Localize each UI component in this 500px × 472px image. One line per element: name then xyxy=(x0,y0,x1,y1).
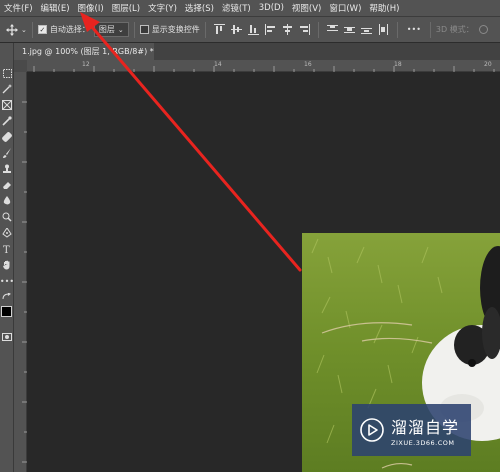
ruler-tick-label: 12 xyxy=(82,61,90,68)
menu-file[interactable]: 文件(F) xyxy=(0,2,37,14)
vertical-ruler xyxy=(14,72,27,472)
hand-tool-icon[interactable] xyxy=(1,259,13,271)
align-vertical-center-icon[interactable] xyxy=(230,24,243,36)
ruler-tick-label: 16 xyxy=(304,61,312,68)
clone-stamp-tool-icon[interactable] xyxy=(1,163,13,175)
divider xyxy=(204,21,206,38)
more-tools-icon[interactable]: ••• xyxy=(0,275,14,287)
align-horizontal-center-icon[interactable] xyxy=(281,24,294,36)
auto-select-checkbox[interactable]: ✓ xyxy=(37,25,47,34)
tools-panel: T ••• xyxy=(0,43,14,472)
divider xyxy=(133,21,135,38)
menu-select[interactable]: 选择(S) xyxy=(181,2,218,14)
watermark-text: 溜溜自学 ZIXUE.3D66.COM xyxy=(391,414,459,447)
menu-image[interactable]: 图像(I) xyxy=(74,2,108,14)
marquee-tool-icon[interactable] xyxy=(1,67,13,79)
tool-preset-chevron-icon[interactable]: ⌄ xyxy=(21,26,27,34)
eyedropper-tool-icon[interactable] xyxy=(1,115,13,127)
auto-select-label: 自动选择： xyxy=(49,25,90,34)
distribute-bottom-icon[interactable] xyxy=(360,24,373,36)
menu-3d[interactable]: 3D(D) xyxy=(255,3,288,13)
watermark-badge: 溜溜自学 ZIXUE.3D66.COM xyxy=(352,404,471,456)
healing-brush-tool-icon[interactable] xyxy=(1,131,13,143)
photoshop-window: 文件(F) 编辑(E) 图像(I) 图层(L) 文字(Y) 选择(S) 滤镜(T… xyxy=(0,0,500,472)
auto-select-target-dropdown[interactable]: 图层 ⌄ xyxy=(93,22,129,37)
align-top-icon[interactable] xyxy=(213,24,226,36)
ruler-origin[interactable] xyxy=(14,60,27,72)
ruler-tick-label: 14 xyxy=(214,61,222,68)
menu-window[interactable]: 窗口(W) xyxy=(325,2,365,14)
show-transform-checkbox[interactable] xyxy=(139,25,149,34)
divider xyxy=(396,21,398,38)
menu-view[interactable]: 视图(V) xyxy=(288,2,325,14)
distribute-horizontal-icon[interactable] xyxy=(377,24,390,36)
distribute-center-icon[interactable] xyxy=(343,24,356,36)
mode-3d-label: 3D 模式： xyxy=(435,25,474,34)
watermark-title: 溜溜自学 xyxy=(391,417,460,437)
divider xyxy=(31,21,33,38)
type-tool-icon[interactable]: T xyxy=(1,243,13,255)
ruler-tick-label: 20 xyxy=(484,61,492,68)
divider xyxy=(429,21,431,38)
ruler-ticks xyxy=(22,101,27,463)
menu-layer[interactable]: 图层(L) xyxy=(108,2,144,14)
menu-type[interactable]: 文字(Y) xyxy=(144,2,181,14)
quick-mask-icon[interactable] xyxy=(1,331,13,343)
frame-tool-icon[interactable] xyxy=(1,99,13,111)
foreground-color-swatch[interactable] xyxy=(1,306,12,317)
horizontal-ruler: 12 14 16 18 20 xyxy=(14,60,500,72)
options-bar: ⌄ ✓ 自动选择： 图层 ⌄ 显示变换控件 ••• 3D 模式： xyxy=(0,17,500,43)
play-logo-icon xyxy=(360,418,384,442)
move-tool-icon[interactable] xyxy=(6,23,18,36)
document-tab-title: 1.jpg @ 100% (图层 1, RGB/8#) * xyxy=(22,47,154,56)
swap-colors-icon[interactable] xyxy=(1,291,13,303)
brush-tool-icon[interactable] xyxy=(1,147,13,159)
eraser-tool-icon[interactable] xyxy=(1,179,13,191)
pen-tool-icon[interactable] xyxy=(1,227,13,239)
align-bottom-icon[interactable] xyxy=(247,24,260,36)
magic-wand-tool-icon[interactable] xyxy=(1,83,13,95)
menu-bar: 文件(F) 编辑(E) 图像(I) 图层(L) 文字(Y) 选择(S) 滤镜(T… xyxy=(0,0,500,17)
document-tab[interactable]: 1.jpg @ 100% (图层 1, RGB/8#) * xyxy=(14,43,154,60)
chevron-down-icon: ⌄ xyxy=(117,25,124,34)
menu-filter[interactable]: 滤镜(T) xyxy=(218,2,255,14)
more-options-button[interactable]: ••• xyxy=(407,25,421,34)
menu-help[interactable]: 帮助(H) xyxy=(365,2,403,14)
auto-select-target-value: 图层 xyxy=(98,25,115,34)
dodge-tool-icon[interactable] xyxy=(1,211,13,223)
3d-rotate-icon[interactable] xyxy=(478,24,489,35)
blur-tool-icon[interactable] xyxy=(1,195,13,207)
watermark-url: ZIXUE.3D66.COM xyxy=(391,438,455,447)
distribute-top-icon[interactable] xyxy=(326,24,339,36)
show-transform-label: 显示变换控件 xyxy=(151,25,200,34)
align-left-icon[interactable] xyxy=(264,24,277,36)
svg-text:T: T xyxy=(3,245,10,254)
align-right-icon[interactable] xyxy=(298,24,311,36)
menu-edit[interactable]: 编辑(E) xyxy=(37,2,74,14)
ruler-tick-label: 18 xyxy=(394,61,402,68)
divider xyxy=(317,21,319,38)
document-tab-bar: 1.jpg @ 100% (图层 1, RGB/8#) * xyxy=(14,43,500,60)
